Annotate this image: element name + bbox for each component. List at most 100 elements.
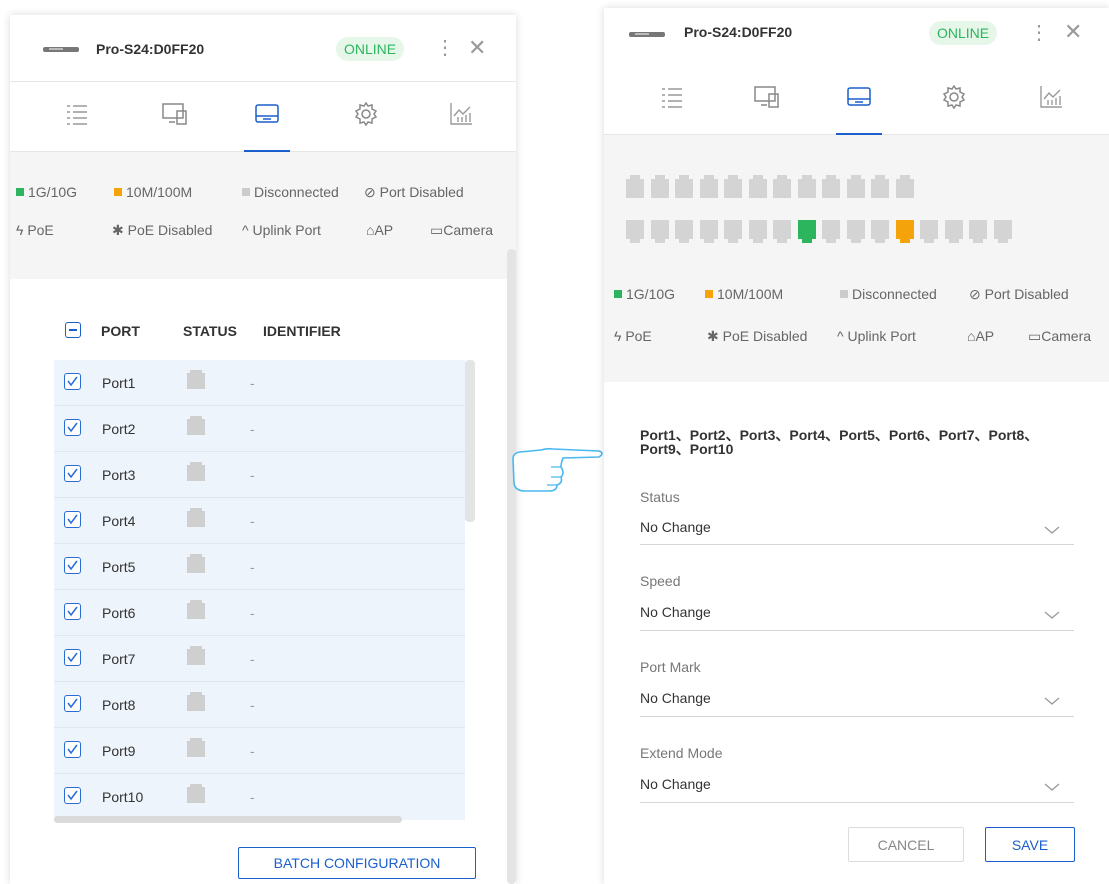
row-checkbox[interactable] [64,787,81,804]
tab-clients[interactable] [149,81,199,151]
port-status-icon [187,692,205,711]
chevron-down-icon[interactable] [1044,782,1060,792]
cancel-button[interactable]: CANCEL [848,827,964,862]
table-row[interactable]: Port1 - [54,360,465,406]
legend-poe-disabled: ✱ PoE Disabled [707,328,808,344]
more-menu-icon[interactable]: ⋮ [435,35,455,60]
port-name: Port7 [102,651,136,667]
table-row[interactable]: Port3 - [54,452,465,498]
status-label: Status [640,489,680,505]
extend-mode-label: Extend Mode [640,745,723,761]
close-icon[interactable]: ✕ [468,35,486,61]
switch-port-bottom[interactable] [895,220,914,243]
switch-port-bottom[interactable] [797,220,816,243]
port-identifier: - [250,605,255,621]
camera-icon: ▭ [1028,328,1042,344]
switch-port-bottom[interactable] [822,220,840,243]
switch-port-bottom[interactable] [944,220,963,243]
table-row[interactable]: Port6 - [54,590,465,636]
tab-info[interactable] [647,64,697,134]
extend-mode-select[interactable]: No Change [640,776,711,792]
port-identifier: - [250,467,255,483]
tab-settings[interactable] [341,81,391,151]
switch-port-bottom[interactable] [675,220,693,243]
switch-port-top[interactable] [748,175,767,198]
row-checkbox[interactable] [64,557,81,574]
table-row[interactable]: Port10 - [54,774,465,819]
switch-port-top[interactable] [675,175,693,198]
switch-port-top[interactable] [822,175,840,198]
table-row[interactable]: Port8 - [54,682,465,728]
row-checkbox[interactable] [64,511,81,528]
switch-port-top[interactable] [626,175,644,198]
table-row[interactable]: Port5 - [54,544,465,590]
chevron-down-icon[interactable] [1044,696,1060,706]
switch-port-top[interactable] [724,175,742,198]
switch-port-top[interactable] [871,175,889,198]
lightning-icon: ϟ [16,222,28,238]
row-checkbox[interactable] [64,603,81,620]
col-identifier: IDENTIFIER [263,323,341,339]
tab-info[interactable] [52,81,102,151]
switch-port-bottom[interactable] [699,220,718,243]
table-row[interactable]: Port2 - [54,406,465,452]
switch-device-icon [43,47,79,52]
switch-port-top[interactable] [846,175,865,198]
table-horizontal-scrollbar[interactable] [54,816,402,823]
port-identifier: - [250,697,255,713]
select-all-checkbox[interactable] [65,322,81,338]
legend-camera: ▭Camera [430,222,494,238]
switch-port-bottom[interactable] [920,220,938,243]
switch-port-bottom[interactable] [748,220,767,243]
port-mark-select[interactable]: No Change [640,690,711,706]
table-vertical-scrollbar[interactable] [465,360,475,522]
table-row[interactable]: Port9 - [54,728,465,774]
more-menu-icon[interactable]: ⋮ [1029,20,1049,45]
row-checkbox[interactable] [64,695,81,712]
tab-statistics[interactable] [1026,64,1076,134]
status-select[interactable]: No Change [640,519,711,535]
switch-port-bottom[interactable] [846,220,865,243]
switch-port-bottom[interactable] [993,220,1012,243]
row-checkbox[interactable] [64,419,81,436]
port-identifier: - [250,375,255,391]
chevron-down-icon[interactable] [1044,525,1060,535]
row-checkbox[interactable] [64,649,81,666]
switch-port-top[interactable] [650,175,669,198]
list-icon [67,105,87,125]
row-checkbox[interactable] [64,741,81,758]
switch-port-top[interactable] [895,175,914,198]
switch-device-icon [629,32,665,37]
row-checkbox[interactable] [64,465,81,482]
port-status-icon [187,600,205,619]
switch-port-bottom[interactable] [626,220,644,243]
tab-statistics[interactable] [436,81,486,151]
port-status-icon [187,462,205,481]
panel-vertical-scrollbar[interactable] [507,249,516,884]
switch-port-bottom[interactable] [969,220,987,243]
batch-configuration-button[interactable]: BATCH CONFIGURATION [238,847,476,879]
switch-port-bottom[interactable] [871,220,889,243]
chevron-down-icon[interactable] [1044,610,1060,620]
switch-port-bottom[interactable] [724,220,742,243]
tab-ports[interactable] [834,64,884,135]
switch-port-top[interactable] [773,175,791,198]
table-row[interactable]: Port4 - [54,498,465,544]
save-button[interactable]: SAVE [985,827,1075,862]
tab-bar [10,81,516,152]
tab-clients[interactable] [741,64,791,134]
switch-port-bottom[interactable] [773,220,791,243]
port-name: Port10 [102,789,144,805]
row-checkbox[interactable] [64,373,81,390]
port-mark-label: Port Mark [640,659,701,675]
close-icon[interactable]: ✕ [1064,19,1082,45]
switch-port-bottom[interactable] [650,220,669,243]
disabled-icon: ⊘ [364,184,380,200]
table-row[interactable]: Port7 - [54,636,465,682]
switch-port-top[interactable] [699,175,718,198]
switch-port-top[interactable] [797,175,816,198]
port-status-icon [187,370,205,389]
tab-ports[interactable] [242,81,292,152]
tab-settings[interactable] [929,64,979,134]
speed-select[interactable]: No Change [640,604,711,620]
